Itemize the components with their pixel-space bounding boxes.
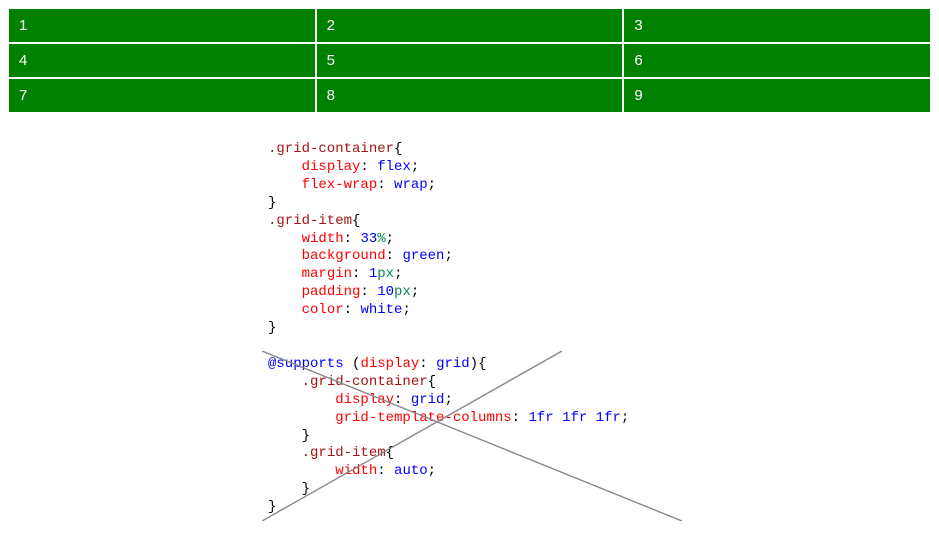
grid-cell: 4 (9, 44, 315, 77)
grid-cell: 9 (624, 79, 930, 112)
grid-cell: 2 (317, 9, 623, 42)
grid-cell: 5 (317, 44, 623, 77)
grid-cell: 1 (9, 9, 315, 42)
code-block: .grid-container{ display: flex; flex-wra… (268, 141, 828, 517)
grid-cell: 3 (624, 9, 930, 42)
code-example: .grid-container{ display: flex; flex-wra… (268, 141, 828, 517)
grid-cell: 8 (317, 79, 623, 112)
grid-cell: 6 (624, 44, 930, 77)
grid-container: 1 2 3 4 5 6 7 8 9 (8, 8, 931, 113)
grid-cell: 7 (9, 79, 315, 112)
